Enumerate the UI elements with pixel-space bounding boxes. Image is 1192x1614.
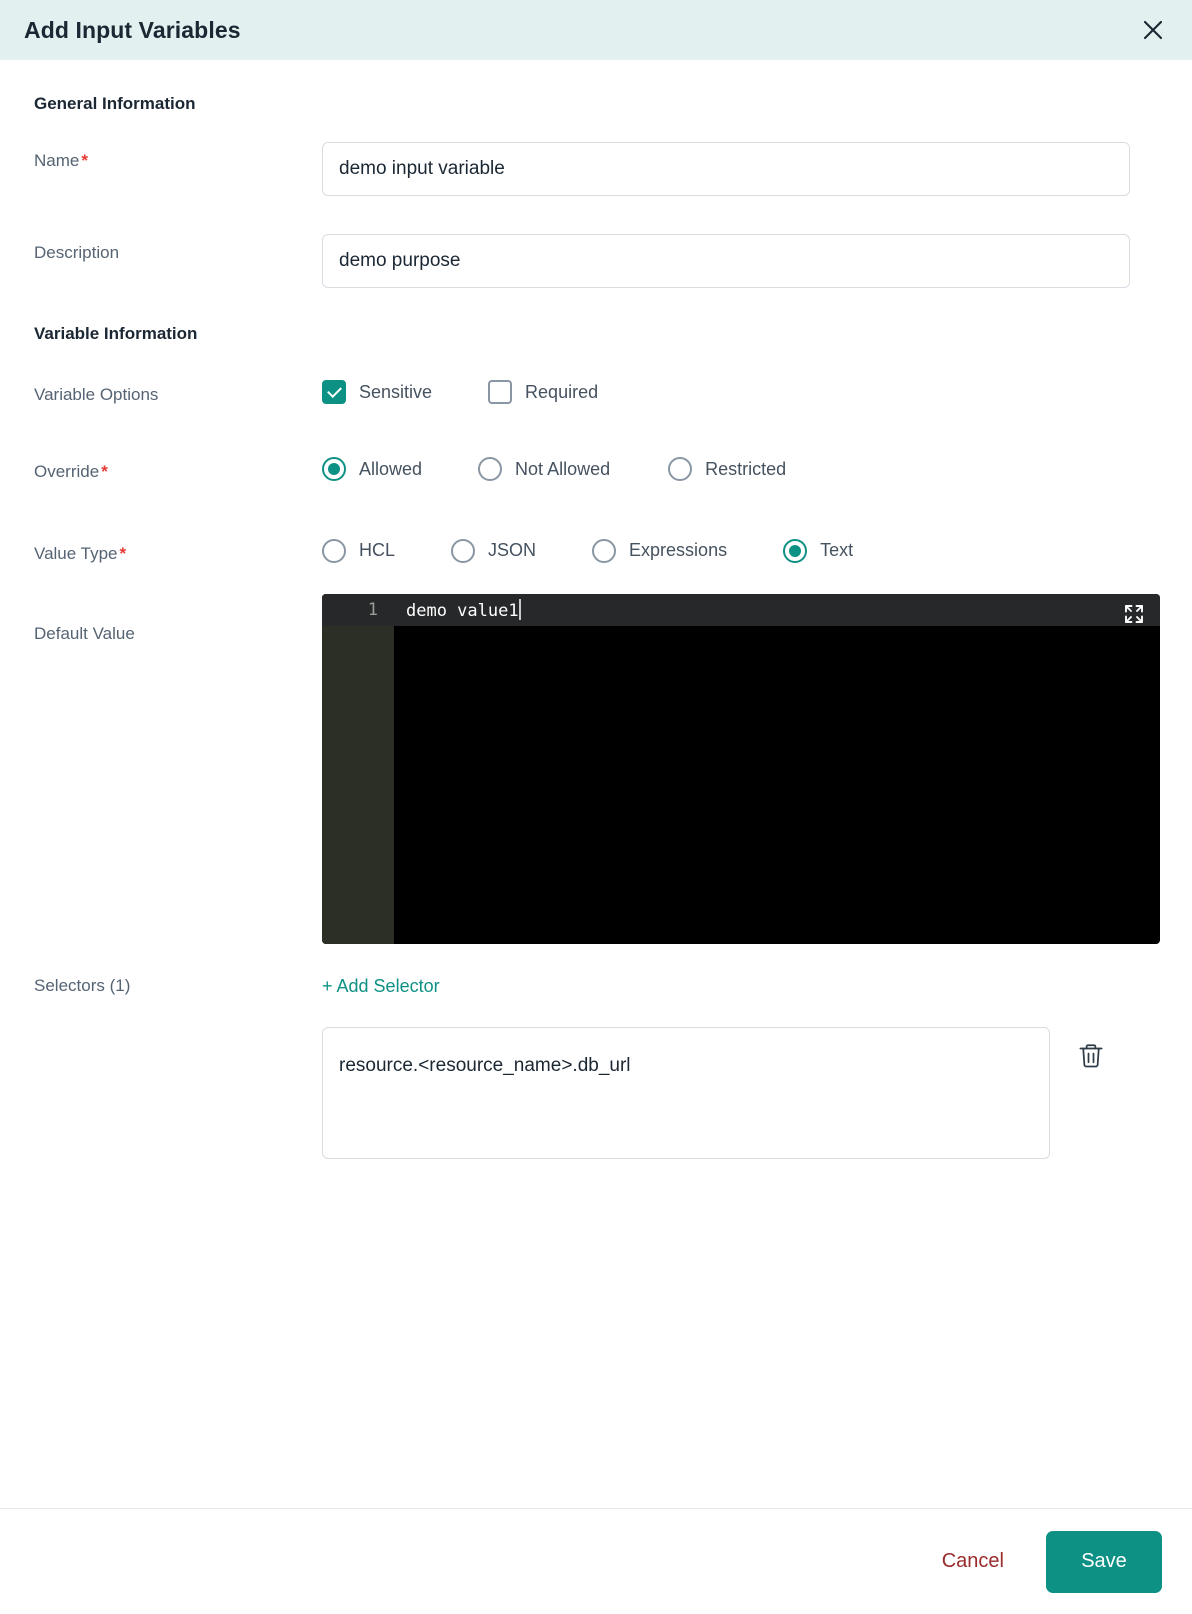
- field-row-name: Name *: [34, 142, 1160, 196]
- radio-override-not-allowed-label: Not Allowed: [515, 458, 611, 479]
- name-input[interactable]: [322, 142, 1130, 196]
- description-field-wrap: [322, 234, 1160, 288]
- radio-value-type-text-circle[interactable]: [783, 538, 808, 563]
- selectors-label: Selectors (1): [34, 976, 131, 996]
- radio-value-type-expressions[interactable]: Expressions: [592, 538, 728, 563]
- field-row-value-type: Value Type * HCL JSON Expressions Text: [34, 535, 1160, 564]
- radio-override-restricted[interactable]: Restricted: [668, 457, 787, 482]
- selector-input[interactable]: [322, 1027, 1050, 1160]
- default-value-field-wrap: 1 demo value1: [322, 594, 1160, 945]
- checkbox-required[interactable]: Required: [488, 380, 598, 404]
- radio-value-type-expressions-label: Expressions: [629, 540, 728, 561]
- variable-options-field-wrap: Sensitive Required: [322, 376, 1160, 404]
- code-editor-caret: [518, 599, 521, 621]
- name-label-text: Name: [34, 151, 80, 170]
- radio-override-allowed-circle[interactable]: [322, 457, 346, 482]
- radio-value-type-text-label: Text: [820, 540, 854, 561]
- override-label-text: Override: [34, 462, 100, 482]
- code-editor-line-1: 1 demo value1: [322, 594, 1160, 627]
- value-type-required-asterisk: *: [119, 543, 127, 563]
- value-type-label: Value Type *: [34, 535, 322, 564]
- radio-override-restricted-circle[interactable]: [668, 457, 693, 482]
- override-label: Override *: [34, 453, 322, 482]
- radio-value-type-text[interactable]: Text: [783, 538, 854, 563]
- radio-value-type-json-circle[interactable]: [451, 538, 476, 563]
- field-row-description: Description: [34, 234, 1160, 288]
- variable-options-group: Sensitive Required: [322, 376, 1160, 404]
- checkbox-required-box[interactable]: [488, 380, 513, 404]
- radio-value-type-json-label: JSON: [488, 540, 537, 561]
- description-input[interactable]: [322, 234, 1130, 288]
- selector-item-row: [322, 1027, 1160, 1160]
- name-required-asterisk: *: [81, 151, 88, 170]
- radio-value-type-expressions-circle[interactable]: [592, 538, 617, 563]
- close-icon[interactable]: [1136, 13, 1170, 47]
- override-field-wrap: Allowed Not Allowed Restricted: [322, 453, 1160, 482]
- variable-options-label: Variable Options: [34, 385, 159, 404]
- section-title-general: General Information: [34, 94, 196, 113]
- dialog-footer: Cancel Save: [0, 1508, 1192, 1614]
- add-input-variables-dialog: Add Input Variables General Information …: [0, 0, 1192, 1614]
- dialog-title: Add Input Variables: [24, 16, 241, 43]
- radio-override-restricted-label: Restricted: [705, 458, 787, 479]
- selectors-field-wrap: + Add Selector: [322, 976, 1160, 997]
- value-type-label-text: Value Type: [34, 543, 118, 563]
- override-radio-group: Allowed Not Allowed Restricted: [322, 453, 1160, 482]
- field-row-selectors: Selectors (1) + Add Selector: [34, 976, 1160, 997]
- expand-icon[interactable]: [1122, 602, 1146, 626]
- override-required-asterisk: *: [101, 462, 108, 482]
- code-editor-content[interactable]: demo value1: [394, 599, 521, 621]
- radio-value-type-hcl-circle[interactable]: [322, 538, 346, 563]
- radio-override-allowed-label: Allowed: [359, 458, 423, 479]
- default-value-label: Default Value: [34, 624, 135, 644]
- name-label: Name *: [34, 142, 322, 171]
- value-type-field-wrap: HCL JSON Expressions Text: [322, 535, 1160, 563]
- description-label: Description: [34, 243, 120, 262]
- code-editor-gutter: [322, 594, 394, 945]
- field-row-default-value: Default Value 1 demo value1: [34, 594, 1160, 945]
- dialog-header: Add Input Variables: [0, 0, 1192, 60]
- name-field-wrap: [322, 142, 1160, 196]
- value-type-radio-group: HCL JSON Expressions Text: [322, 535, 1160, 563]
- radio-value-type-json[interactable]: JSON: [451, 538, 537, 563]
- dialog-body: General Information Name* Description Va…: [0, 60, 1192, 1508]
- code-editor-line-number: 1: [367, 600, 378, 621]
- add-selector-button[interactable]: + Add Selector: [322, 976, 440, 996]
- radio-override-not-allowed[interactable]: Not Allowed: [478, 457, 611, 482]
- section-title-variable: Variable Information: [34, 324, 198, 343]
- radio-value-type-hcl-label: HCL: [359, 540, 396, 561]
- code-editor-text: demo value1: [406, 601, 519, 622]
- radio-value-type-hcl[interactable]: HCL: [322, 538, 396, 563]
- code-editor[interactable]: 1 demo value1: [322, 594, 1160, 945]
- field-row-override: Override * Allowed Not Allowed Restricted: [34, 453, 1160, 482]
- save-button[interactable]: Save: [1046, 1530, 1162, 1593]
- checkbox-required-label: Required: [525, 381, 599, 402]
- checkbox-sensitive-box[interactable]: [322, 380, 346, 404]
- cancel-button[interactable]: Cancel: [924, 1540, 1022, 1583]
- radio-override-not-allowed-circle[interactable]: [478, 457, 503, 482]
- field-row-variable-options: Variable Options Sensitive Required: [34, 376, 1160, 405]
- checkbox-sensitive[interactable]: Sensitive: [322, 380, 432, 404]
- trash-icon[interactable]: [1076, 1041, 1106, 1071]
- checkbox-sensitive-label: Sensitive: [359, 381, 433, 402]
- radio-override-allowed[interactable]: Allowed: [322, 457, 423, 482]
